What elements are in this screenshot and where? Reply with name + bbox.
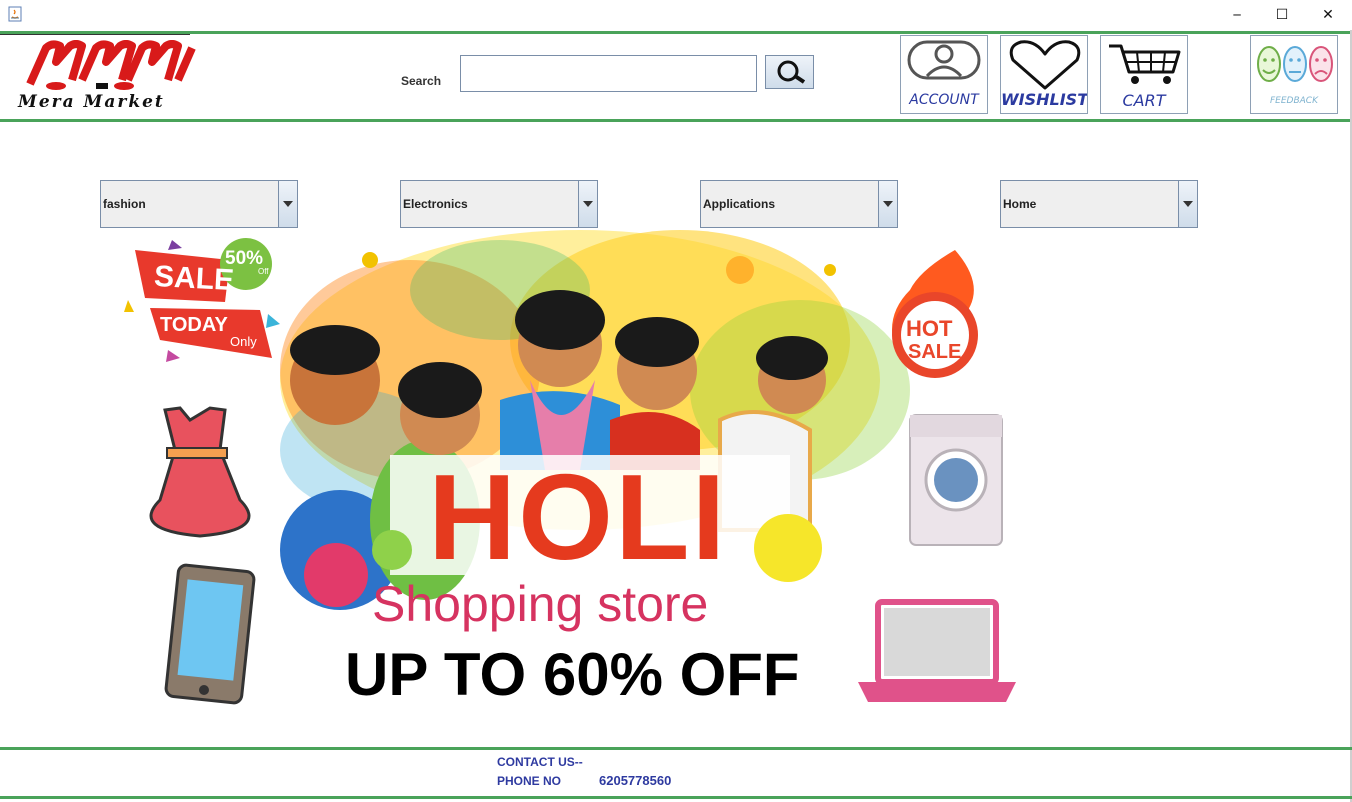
holi-sale-banner[interactable]: SALE 50% Off TODAY Only HOT SALE HOLI Sh… bbox=[120, 230, 1020, 715]
heart-icon bbox=[1009, 40, 1081, 90]
footer-bottom-divider bbox=[0, 796, 1352, 799]
account-button[interactable]: ACCOUNT bbox=[900, 35, 988, 114]
fashion-dropdown[interactable]: fashion bbox=[100, 180, 298, 228]
contact-us-label: CONTACT US-- bbox=[497, 755, 583, 769]
close-icon: ✕ bbox=[1322, 7, 1334, 23]
footer-top-divider bbox=[0, 747, 1352, 750]
phone-number: 6205778560 bbox=[599, 773, 672, 788]
home-dropdown[interactable]: Home bbox=[1000, 180, 1198, 228]
offer-text: UP TO 60% OFF bbox=[345, 641, 800, 708]
hot-sale-text: SALE bbox=[908, 341, 962, 363]
wishlist-label: WISHLIST bbox=[1001, 90, 1088, 109]
wishlist-button[interactable]: WISHLIST bbox=[1000, 35, 1088, 114]
minimize-icon: ─ bbox=[1233, 8, 1241, 22]
account-label: ACCOUNT bbox=[909, 92, 979, 108]
logo-text: Mera Market bbox=[18, 92, 165, 112]
maximize-icon: ☐ bbox=[1275, 7, 1289, 23]
header-bottom-divider bbox=[0, 119, 1352, 122]
minimize-button[interactable]: ─ bbox=[1214, 0, 1260, 30]
chevron-down-icon[interactable] bbox=[278, 181, 297, 227]
chevron-down-icon[interactable] bbox=[1178, 181, 1197, 227]
dropdown-selected-value: Electronics bbox=[403, 197, 468, 211]
holi-text: HOLI bbox=[428, 449, 728, 585]
dropdown-selected-value: fashion bbox=[103, 197, 146, 211]
feedback-label: FEEDBACK bbox=[1270, 96, 1318, 106]
phone-label: PHONE NO bbox=[497, 774, 562, 788]
dropdown-selected-value: Applications bbox=[703, 197, 776, 211]
cart-button[interactable]: CART bbox=[1100, 35, 1188, 114]
search-button[interactable] bbox=[765, 55, 814, 89]
close-button[interactable]: ✕ bbox=[1305, 0, 1351, 30]
chevron-down-icon[interactable] bbox=[878, 181, 897, 227]
cart-label: CART bbox=[1122, 91, 1166, 110]
search-icon bbox=[777, 60, 805, 84]
logo-top-rule bbox=[0, 34, 190, 35]
chevron-down-icon[interactable] bbox=[578, 181, 597, 227]
mera-market-logo[interactable]: Mera Market bbox=[16, 40, 216, 115]
off-small-text: Off bbox=[258, 267, 269, 276]
shopping-store-text: Shopping store bbox=[372, 576, 709, 632]
hot-text: HOT bbox=[906, 316, 953, 341]
electronics-dropdown[interactable]: Electronics bbox=[400, 180, 598, 228]
window-title-bar: ─ ☐ ✕ bbox=[0, 0, 1352, 30]
only-text: Only bbox=[230, 334, 257, 349]
dropdown-selected-value: Home bbox=[1003, 197, 1037, 211]
feedback-button[interactable]: FEEDBACK bbox=[1250, 35, 1338, 114]
today-text: TODAY bbox=[160, 314, 228, 336]
account-icon bbox=[907, 40, 981, 80]
search-label: Search bbox=[401, 74, 442, 88]
search-input[interactable] bbox=[460, 55, 757, 92]
maximize-button[interactable]: ☐ bbox=[1259, 0, 1305, 30]
java-app-icon bbox=[8, 6, 22, 22]
applications-dropdown[interactable]: Applications bbox=[700, 180, 898, 228]
feedback-faces-icon bbox=[1257, 46, 1333, 82]
sale-text: SALE bbox=[153, 259, 235, 298]
header-top-divider bbox=[0, 31, 1352, 34]
cart-icon bbox=[1109, 44, 1181, 84]
